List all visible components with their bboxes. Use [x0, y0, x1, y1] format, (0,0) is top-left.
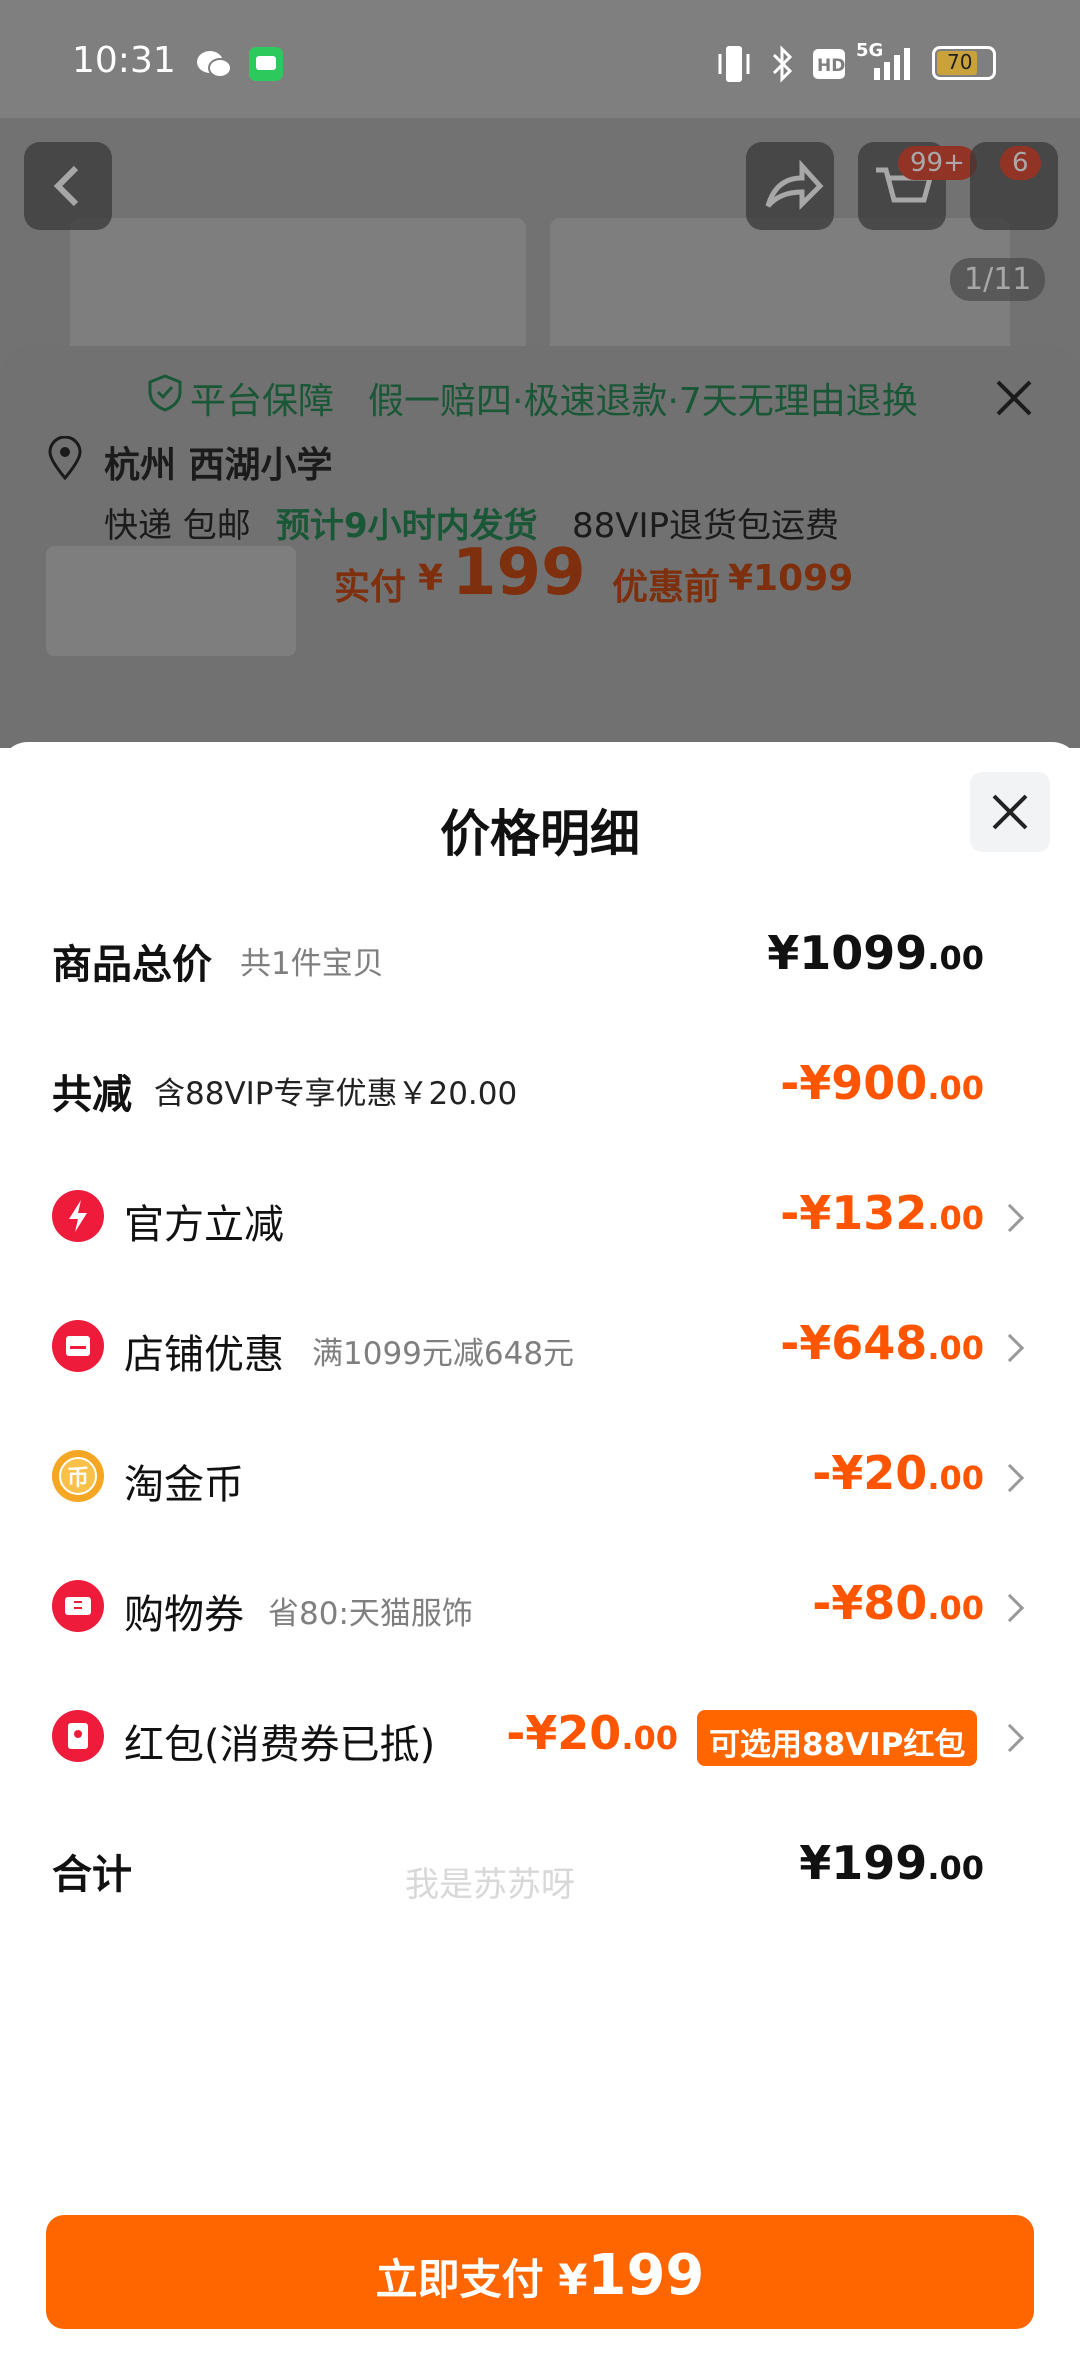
pay-button-text: 立即支付 ¥199 [375, 2243, 705, 2308]
close-icon [992, 794, 1028, 830]
chevron-right-icon [995, 1723, 1025, 1753]
row-store-discount[interactable]: 店铺优惠 满1099元减648元 -¥648.00 [0, 1302, 1080, 1392]
bluetooth-icon [772, 45, 793, 83]
row-label: 共减 [52, 1072, 132, 1118]
row-label: 购物券 [124, 1592, 244, 1638]
message-icon [249, 47, 283, 81]
row-sub: 满1099元减648元 [312, 1336, 575, 1372]
row-amount: ¥1099.00 [767, 926, 984, 980]
row-label: 淘金币 [124, 1462, 244, 1508]
modal-backdrop[interactable] [0, 118, 1080, 748]
chevron-right-icon [995, 1333, 1025, 1363]
svg-text:HD: HD [817, 56, 845, 76]
row-grand-total: 合计 ¥199.00 [0, 1822, 1080, 1912]
chevron-right-icon [995, 1463, 1025, 1493]
row-total-discount: 共减 含88VIP专享优惠￥20.00 -¥900.00 [0, 1042, 1080, 1132]
close-button[interactable] [970, 772, 1050, 852]
row-shopping-voucher[interactable]: 购物券 省80:天猫服饰 -¥80.00 [0, 1562, 1080, 1652]
voucher-icon [52, 1580, 104, 1632]
row-label: 官方立减 [124, 1202, 284, 1248]
row-official-discount[interactable]: 官方立减 -¥132.00 [0, 1172, 1080, 1262]
row-label: 红包(消费券已抵) [124, 1722, 436, 1768]
row-label: 店铺优惠 [124, 1332, 284, 1378]
store-icon [52, 1320, 104, 1372]
price-detail-sheet: 价格明细 商品总价 共1件宝贝 ¥1099.00 共减 含88VIP专享优惠￥2… [0, 742, 1080, 2376]
row-amount: ¥199.00 [799, 1836, 984, 1890]
svg-text:币: 币 [67, 1466, 89, 1491]
row-amount: -¥20.00 [506, 1706, 678, 1760]
row-amount: -¥80.00 [812, 1576, 984, 1630]
battery-icon: 70 [932, 46, 996, 80]
status-bar: 10:31 HD 5G 70 [0, 0, 1080, 118]
row-amount: -¥648.00 [780, 1316, 984, 1370]
row-amount: -¥132.00 [780, 1186, 984, 1240]
vip-red-packet-tag[interactable]: 可选用88VIP红包 [697, 1710, 978, 1766]
row-amount: -¥900.00 [780, 1056, 984, 1110]
vibrate-icon [718, 46, 750, 82]
hd-icon: HD [813, 49, 845, 79]
row-sub: 含88VIP专享优惠￥20.00 [154, 1076, 518, 1112]
row-amount: -¥20.00 [812, 1446, 984, 1500]
row-label: 合计 [52, 1852, 132, 1898]
signal-icon [874, 48, 910, 80]
lightning-icon [52, 1190, 104, 1242]
wechat-icon [197, 51, 232, 78]
sheet-title: 价格明细 [440, 805, 640, 863]
battery-level: 70 [947, 50, 973, 74]
chevron-right-icon [995, 1203, 1025, 1233]
gold-coin-icon: 币 [52, 1450, 104, 1502]
row-sub: 省80:天猫服饰 [268, 1596, 473, 1632]
row-gold-coins[interactable]: 币 淘金币 -¥20.00 [0, 1432, 1080, 1522]
pay-now-button[interactable]: 立即支付 ¥199 [46, 2215, 1034, 2329]
row-sub: 共1件宝贝 [240, 946, 384, 982]
chevron-right-icon [995, 1593, 1025, 1623]
row-label: 商品总价 [52, 942, 212, 988]
row-total-goods: 商品总价 共1件宝贝 ¥1099.00 [0, 912, 1080, 1002]
red-packet-icon [52, 1710, 104, 1762]
status-time: 10:31 [72, 40, 176, 81]
